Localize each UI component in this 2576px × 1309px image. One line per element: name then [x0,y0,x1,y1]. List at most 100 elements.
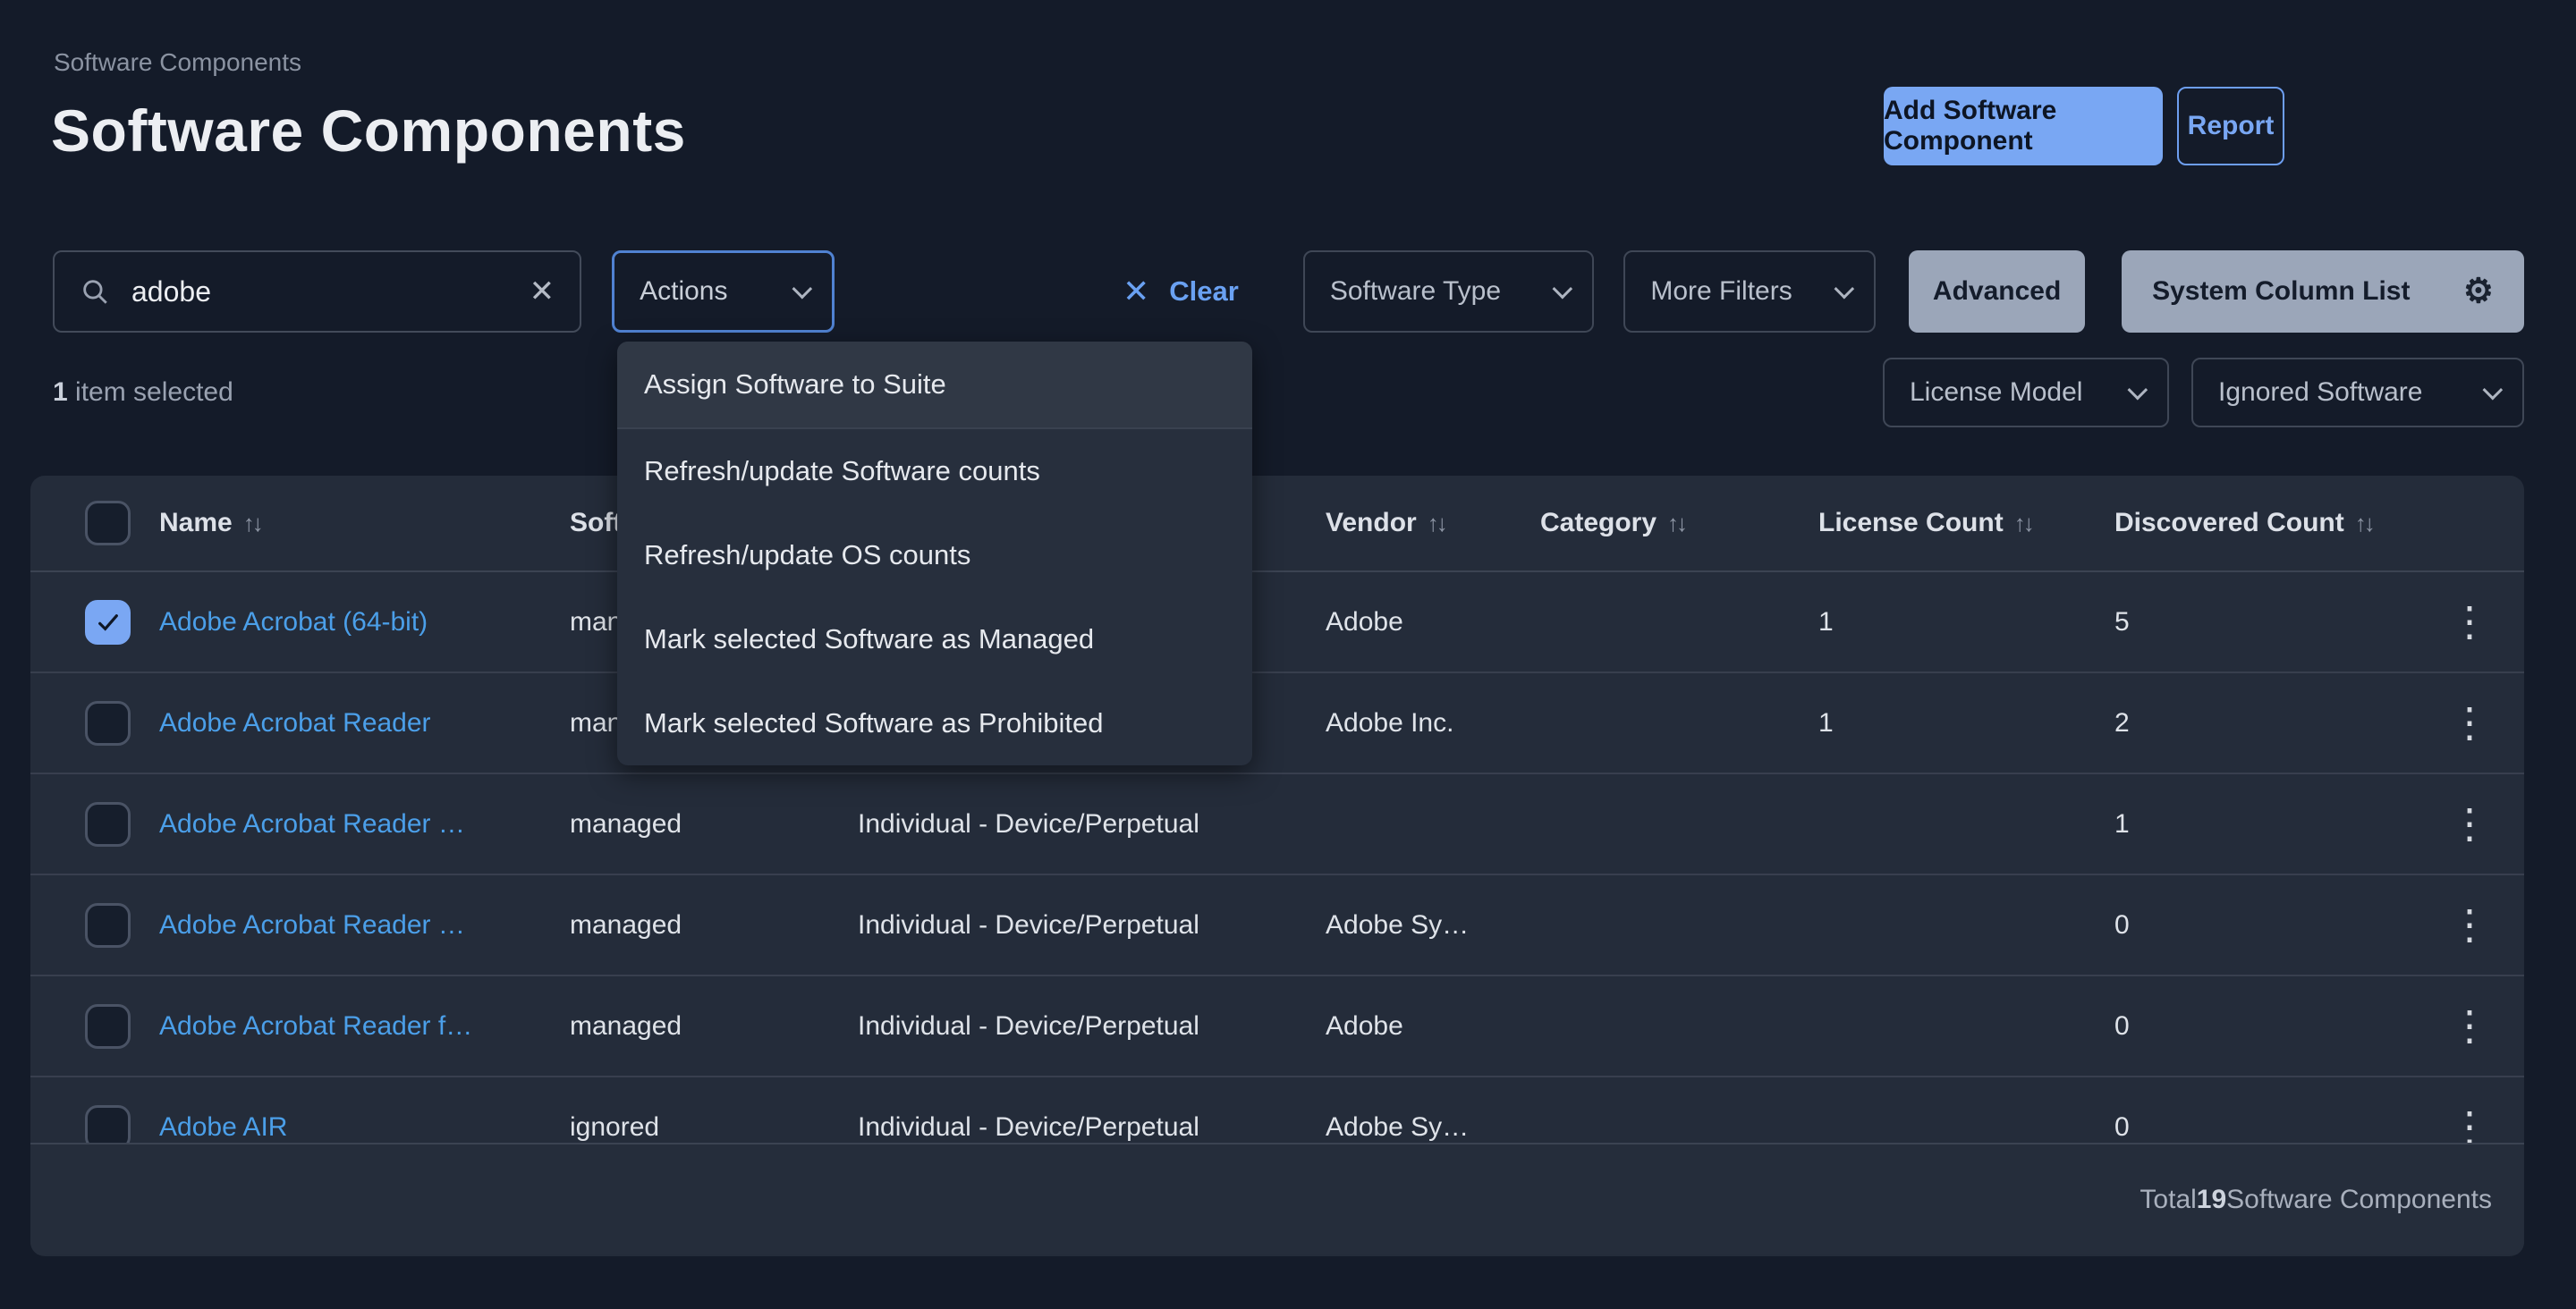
select-all-checkbox[interactable] [85,501,131,545]
total-suffix: Software Components [2226,1185,2492,1215]
license-model-cell: Individual - Device/Perpetual [858,809,1326,840]
table-row: Adobe Acrobat Reader f… managed Individu… [30,976,2524,1077]
software-name-link[interactable]: Adobe Acrobat Reader … [159,910,570,941]
selection-label: item selected [68,377,233,407]
license-model-cell: Individual - Device/Perpetual [858,910,1326,941]
gear-icon: ⚙ [2463,274,2494,308]
vendor-cell: Adobe Sy… [1326,1112,1540,1143]
actions-menu-item[interactable]: Mark selected Software as Managed [617,597,1252,681]
row-checkbox[interactable] [85,903,131,948]
system-column-list-label: System Column List [2152,276,2410,307]
ignored-software-label: Ignored Software [2218,377,2422,408]
software-type-label: Software Type [1330,276,1501,307]
more-filters-dropdown[interactable]: More Filters [1623,250,1876,333]
vendor-cell: Adobe [1326,607,1540,638]
discovered-count-cell: 1 [2114,809,2415,840]
row-checkbox[interactable] [85,1105,131,1144]
row-actions-kebab-icon[interactable]: ⋮ [2449,1111,2490,1143]
license-model-cell: Individual - Device/Perpetual [858,1011,1326,1042]
software-name-link[interactable]: Adobe AIR [159,1112,570,1143]
chevron-down-icon [2483,380,2504,401]
ignored-software-dropdown[interactable]: Ignored Software [2191,358,2524,427]
chevron-down-icon [2128,380,2148,401]
filter-toolbar: ✕ Actions ✕ Clear Software Type More Fil… [53,250,2524,333]
sort-icon: ↑↓ [1428,510,1445,537]
license-count-cell: 1 [1818,708,2114,739]
license-model-dropdown[interactable]: License Model [1883,358,2169,427]
filter-toolbar-row2: 1 item selected License Model Ignored So… [53,358,2524,427]
table-row: Adobe Acrobat Reader … managed Individua… [30,875,2524,976]
column-header-category[interactable]: Category↑↓ [1540,508,1818,538]
more-filters-label: More Filters [1650,276,1792,307]
actions-menu-item[interactable]: Refresh/update OS counts [617,513,1252,597]
vendor-cell: Adobe [1326,1011,1540,1042]
page-title: Software Components [51,97,686,165]
system-column-list-button[interactable]: System Column List ⚙ [2122,250,2524,333]
chevron-down-icon [792,279,813,300]
software-status-cell: ignored [570,1112,858,1143]
sort-icon: ↑↓ [2014,510,2032,537]
discovered-count-cell: 0 [2114,1011,2415,1042]
discovered-count-cell: 0 [2114,910,2415,941]
row-actions-kebab-icon[interactable]: ⋮ [2449,807,2490,840]
software-type-dropdown[interactable]: Software Type [1303,250,1595,333]
breadcrumb[interactable]: Software Components [54,48,301,77]
search-input[interactable] [131,275,530,308]
row-checkbox[interactable] [85,802,131,847]
software-status-cell: managed [570,910,858,941]
search-icon [80,276,110,307]
total-prefix: Total [2140,1185,2196,1215]
software-name-link[interactable]: Adobe Acrobat Reader [159,708,570,739]
selection-status: 1 item selected [53,377,233,408]
software-name-link[interactable]: Adobe Acrobat Reader … [159,809,570,840]
total-count: 19 [2197,1185,2226,1215]
discovered-count-cell: 5 [2114,607,2415,638]
row-actions-kebab-icon[interactable]: ⋮ [2449,605,2490,638]
vendor-cell: Adobe Inc. [1326,708,1540,739]
clear-label: Clear [1169,275,1239,308]
actions-dropdown-button[interactable]: Actions [612,250,835,333]
header-action-buttons: Add Software Component Report [1884,87,2284,165]
software-status-cell: managed [570,1011,858,1042]
actions-dropdown-label: Actions [640,276,727,307]
sort-icon: ↑↓ [243,510,261,537]
table-row: Adobe AIR ignored Individual - Device/Pe… [30,1077,2524,1143]
row-actions-kebab-icon[interactable]: ⋮ [2449,706,2490,739]
column-header-discovered-count[interactable]: Discovered Count↑↓ [2114,508,2415,538]
software-name-link[interactable]: Adobe Acrobat (64-bit) [159,607,570,638]
clear-x-icon: ✕ [1123,275,1149,308]
search-box[interactable]: ✕ [53,250,581,333]
vendor-cell: Adobe Sy… [1326,910,1540,941]
column-header-license-count[interactable]: License Count↑↓ [1818,508,2114,538]
advanced-button[interactable]: Advanced [1909,250,2085,333]
row-actions-kebab-icon[interactable]: ⋮ [2449,1009,2490,1043]
table-row: Adobe Acrobat Reader … managed Individua… [30,774,2524,875]
discovered-count-cell: 2 [2114,708,2415,739]
chevron-down-icon [1553,279,1573,300]
table-row: Adobe Acrobat (64-bit) managed Adobe 1 5… [30,572,2524,673]
license-model-label: License Model [1910,377,2082,408]
actions-menu-item[interactable]: Mark selected Software as Prohibited [617,681,1252,765]
actions-menu-item[interactable]: Refresh/update Software counts [617,429,1252,513]
column-header-vendor[interactable]: Vendor↑↓ [1326,508,1540,538]
actions-menu: Assign Software to SuiteRefresh/update S… [617,342,1252,765]
row-checkbox[interactable] [85,701,131,746]
discovered-count-cell: 0 [2114,1112,2415,1143]
software-name-link[interactable]: Adobe Acrobat Reader f… [159,1011,570,1042]
selection-count: 1 [53,377,68,407]
column-header-name[interactable]: Name↑↓ [159,508,570,538]
chevron-down-icon [1835,279,1855,300]
row-checkbox[interactable] [85,1004,131,1049]
row-checkbox[interactable] [85,600,131,645]
clear-filters-button[interactable]: ✕ Clear [1123,275,1239,308]
search-clear-icon[interactable]: ✕ [530,276,555,307]
license-model-cell: Individual - Device/Perpetual [858,1112,1326,1143]
report-button[interactable]: Report [2177,87,2284,165]
add-software-component-button[interactable]: Add Software Component [1884,87,2163,165]
table-body: Adobe Acrobat (64-bit) managed Adobe 1 5… [30,572,2524,1143]
software-status-cell: managed [570,809,858,840]
software-components-page: Software Components Software Components … [0,0,2576,1309]
row-actions-kebab-icon[interactable]: ⋮ [2449,908,2490,942]
software-components-table: Name↑↓ Soft Vendor↑↓ Category↑↓ License … [30,476,2524,1256]
actions-menu-item[interactable]: Assign Software to Suite [617,342,1252,429]
